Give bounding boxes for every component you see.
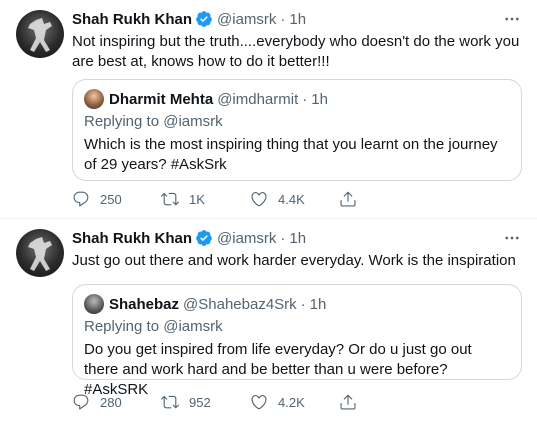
retweet-icon xyxy=(161,395,179,409)
tweet-header: Shah Rukh Khan @iamsrk · 1h xyxy=(72,228,306,248)
reply-count: 280 xyxy=(100,394,122,410)
author-handle[interactable]: @iamsrk xyxy=(217,230,276,247)
reply-count: 250 xyxy=(100,191,122,207)
quoted-author-handle: @imdharmit xyxy=(217,90,299,108)
share-icon xyxy=(340,191,356,207)
share-button[interactable] xyxy=(339,190,357,208)
like-icon xyxy=(251,192,267,207)
tweet[interactable]: Shah Rukh Khan @iamsrk · 1h Just go out … xyxy=(0,219,537,421)
retweet-icon xyxy=(161,192,179,206)
author-avatar[interactable] xyxy=(16,10,64,58)
quoted-author-avatar xyxy=(84,294,104,314)
quoted-tweet-text: Do you get inspired from life everyday? … xyxy=(84,341,472,398)
retweet-count: 1K xyxy=(189,191,205,207)
quoted-tweet-header: Shahebaz @Shahebaz4Srk · 1h xyxy=(84,294,326,314)
retweet-count: 952 xyxy=(189,394,211,410)
tweet-header: Shah Rukh Khan @iamsrk · 1h xyxy=(72,9,306,29)
replying-to-handle[interactable]: @iamsrk xyxy=(163,113,222,130)
tweet-actions: 280 952 4.2K xyxy=(72,392,357,412)
tweet-text: Just go out there and work harder everyd… xyxy=(72,252,516,269)
tweet-timestamp[interactable]: 1h xyxy=(289,11,306,28)
retweet-button[interactable]: 1K xyxy=(161,190,250,208)
share-icon xyxy=(340,394,356,410)
replying-to-label: Replying to xyxy=(84,113,160,130)
separator-dot: · xyxy=(300,295,306,313)
more-options-icon[interactable] xyxy=(501,8,523,30)
tweet-text: Not inspiring but the truth....everybody… xyxy=(72,33,520,70)
quoted-author-name: Dharmit Mehta xyxy=(109,90,214,108)
quoted-tweet-timestamp: 1h xyxy=(309,295,327,313)
quoted-author-name: Shahebaz xyxy=(109,295,180,313)
quoted-tweet-timestamp: 1h xyxy=(311,90,328,108)
reply-icon xyxy=(73,191,89,207)
tweet-actions: 250 1K 4.4K xyxy=(72,189,357,209)
quoted-author-avatar xyxy=(84,89,104,109)
reply-button[interactable]: 250 xyxy=(72,190,161,208)
verified-badge-icon xyxy=(196,230,212,246)
reply-icon xyxy=(73,394,89,410)
quoted-tweet[interactable]: Shahebaz @Shahebaz4Srk · 1h Replying to … xyxy=(72,284,522,398)
replying-to-line: Replying to @iamsrk xyxy=(84,318,223,335)
replying-to-label: Replying to xyxy=(84,318,160,335)
author-avatar[interactable] xyxy=(16,229,64,277)
separator-dot: · xyxy=(280,229,286,247)
quoted-tweet[interactable]: Dharmit Mehta @imdharmit · 1h Replying t… xyxy=(72,79,522,181)
avatar-silhouette-icon xyxy=(28,237,52,271)
quoted-tweet-header: Dharmit Mehta @imdharmit · 1h xyxy=(84,89,328,109)
like-button[interactable]: 4.4K xyxy=(250,190,339,208)
like-count: 4.4K xyxy=(278,191,305,207)
author-name[interactable]: Shah Rukh Khan xyxy=(72,11,192,28)
like-icon xyxy=(251,395,267,410)
retweet-button[interactable]: 952 xyxy=(161,393,250,411)
separator-dot: · xyxy=(302,90,308,108)
like-count: 4.2K xyxy=(278,394,305,410)
share-button[interactable] xyxy=(339,393,357,411)
author-handle[interactable]: @iamsrk xyxy=(217,11,276,28)
replying-to-line: Replying to @iamsrk xyxy=(84,113,223,130)
verified-badge-icon xyxy=(196,11,212,27)
like-button[interactable]: 4.2K xyxy=(250,393,339,411)
more-options-icon[interactable] xyxy=(501,227,523,249)
author-name[interactable]: Shah Rukh Khan xyxy=(72,230,192,247)
quoted-author-handle: @Shahebaz4Srk xyxy=(183,295,297,313)
replying-to-handle[interactable]: @iamsrk xyxy=(163,318,222,335)
avatar-silhouette-icon xyxy=(28,18,52,52)
quoted-tweet-text: Which is the most inspiring thing that y… xyxy=(84,136,498,173)
separator-dot: · xyxy=(280,10,286,28)
tweet[interactable]: Shah Rukh Khan @iamsrk · 1h Not inspirin… xyxy=(0,0,537,219)
reply-button[interactable]: 280 xyxy=(72,393,161,411)
tweet-timestamp[interactable]: 1h xyxy=(289,230,306,247)
